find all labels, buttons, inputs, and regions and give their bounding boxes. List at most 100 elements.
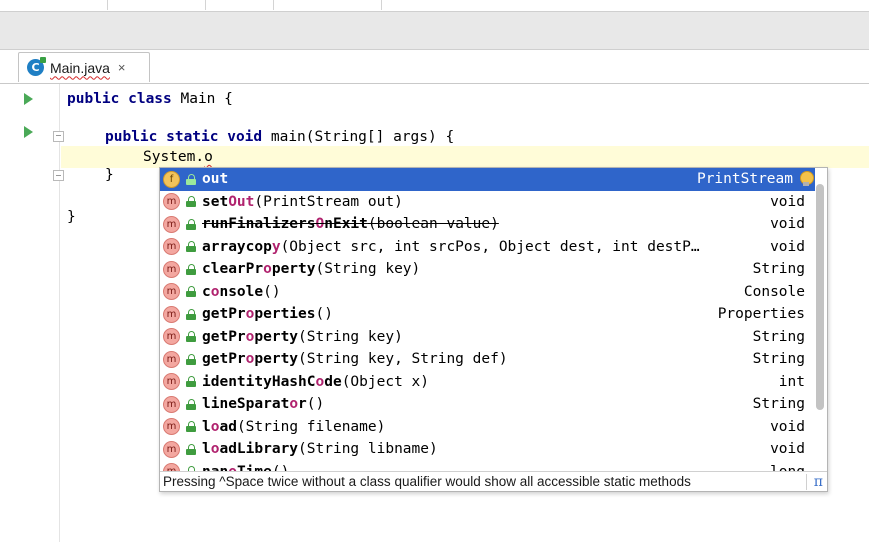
name-part: nsole — [219, 283, 264, 300]
return-type: void — [770, 441, 805, 457]
tab-main-java[interactable]: C Main.java × — [18, 52, 150, 82]
name-part: nan — [202, 464, 228, 471]
completion-name: setOut — [202, 194, 254, 210]
method-icon: m — [163, 260, 180, 278]
completion-item[interactable]: m getProperty (String key, String def) Stri… — [160, 348, 815, 371]
completion-item[interactable]: m clearProperty (String key) String — [160, 258, 815, 281]
public-lock-icon — [186, 353, 196, 365]
completion-params: () — [306, 396, 325, 413]
public-lock-icon — [186, 196, 196, 208]
return-type: void — [770, 193, 805, 210]
name-part: de — [324, 373, 342, 390]
return-type: void — [770, 418, 805, 435]
code-line-current: System.o — [143, 146, 213, 168]
code-text: System. — [143, 149, 205, 165]
completion-params: () — [263, 283, 281, 300]
completion-name: load — [202, 419, 237, 435]
keyword: public class — [67, 91, 172, 107]
toolbar-area — [0, 12, 869, 50]
completion-name: console — [202, 284, 263, 300]
completion-item[interactable]: m load (String filename) void — [160, 416, 815, 439]
match-highlight: out — [202, 171, 229, 188]
return-type: void — [770, 238, 805, 255]
completion-params: (PrintStream out) — [254, 193, 403, 210]
return-type: Properties — [717, 306, 805, 322]
code-line: } — [67, 206, 76, 228]
completion-list: f out PrintStream m setOut (PrintStream out) v… — [160, 168, 815, 471]
public-lock-icon — [186, 241, 196, 253]
completion-name: loadLibrary — [202, 441, 298, 457]
completion-item[interactable]: m arraycopy (Object src, int srcPos, Objec… — [160, 236, 815, 259]
completion-item[interactable]: m runFinalizersOnExit (boolean value) void — [160, 213, 815, 236]
completion-item[interactable]: m loadLibrary (String libname) void — [160, 438, 815, 461]
keyword: public static void — [105, 129, 263, 145]
method-icon: m — [163, 328, 180, 346]
completion-params: () — [272, 464, 289, 471]
name-part: perty — [254, 351, 299, 368]
java-class-icon: C — [27, 57, 46, 76]
name-part: ad — [219, 418, 237, 435]
top-toolbar-strip — [0, 0, 869, 12]
lightbulb-icon[interactable] — [799, 171, 814, 187]
method-icon: m — [163, 395, 180, 413]
completion-name: nanoTime — [202, 464, 272, 471]
completion-name: out — [202, 171, 228, 187]
completion-item[interactable]: m getProperty (String key) String — [160, 326, 815, 349]
completion-item[interactable]: m getProperties() Properties — [160, 303, 815, 326]
match-highlight: O — [315, 216, 325, 233]
run-icon[interactable] — [24, 126, 33, 138]
editor-gutter — [0, 84, 64, 542]
method-icon: m — [163, 463, 180, 471]
editor-tab-bar: C Main.java × — [0, 50, 869, 84]
return-type: int — [778, 373, 805, 390]
completion-params: (String key) — [315, 261, 421, 278]
name-part: getPr — [202, 328, 246, 345]
completion-item[interactable]: m lineSparator() String — [160, 393, 815, 416]
return-type: String — [752, 396, 805, 412]
toolbar-segment — [108, 0, 206, 10]
tab-label: Main.java — [50, 59, 110, 76]
name-part: getPr — [202, 306, 246, 323]
match-highlight: y — [271, 238, 281, 255]
method-icon: m — [163, 350, 180, 368]
run-icon[interactable] — [24, 93, 33, 105]
completion-item[interactable]: f out PrintStream — [160, 168, 815, 191]
name-part: runFinalizers — [202, 216, 316, 233]
code-line: public static void main(String[] args) { — [105, 126, 454, 148]
completion-name: getProperty — [202, 329, 298, 345]
public-lock-icon — [186, 331, 196, 343]
method-icon: m — [163, 418, 180, 436]
code-text: Main { — [171, 91, 233, 107]
public-lock-icon — [186, 286, 196, 298]
pi-icon[interactable]: π — [814, 472, 823, 491]
return-type: String — [752, 351, 805, 367]
name-part: l — [202, 418, 211, 435]
completion-params: (String filename) — [236, 418, 386, 435]
name-part: nExit — [324, 216, 368, 233]
match-highlight: o — [263, 261, 272, 278]
closing-brace: } — [67, 209, 76, 225]
code-line: } — [105, 164, 114, 186]
return-type: String — [752, 328, 805, 345]
return-type: PrintStream — [696, 171, 793, 187]
close-icon[interactable]: × — [118, 60, 126, 75]
code-line: public class Main { — [67, 88, 233, 110]
toolbar-segment — [60, 0, 108, 10]
completion-item[interactable]: m console() Console — [160, 281, 815, 304]
completion-params: (String key) — [298, 328, 403, 345]
completion-name: getProperty — [202, 351, 298, 367]
completion-item[interactable]: m nanoTime() long — [160, 461, 815, 471]
completion-item[interactable]: m identityHashCode (Object x) int — [160, 371, 815, 394]
completion-name: lineSparator — [202, 396, 307, 412]
method-icon: m — [163, 373, 180, 391]
name-part: perty — [254, 328, 299, 345]
hint-text: Pressing ^Space twice without a class qu… — [163, 474, 691, 489]
completion-item[interactable]: m setOut (PrintStream out) void — [160, 191, 815, 214]
completion-params: (boolean value) — [367, 216, 499, 233]
name-part: adLibrary — [219, 441, 299, 458]
scrollbar-thumb[interactable] — [816, 184, 824, 410]
name-part: lineSparat — [202, 396, 290, 413]
completion-params: (String libname) — [298, 441, 438, 458]
name-part: identityHashC — [202, 373, 316, 390]
public-lock-icon — [186, 421, 196, 433]
